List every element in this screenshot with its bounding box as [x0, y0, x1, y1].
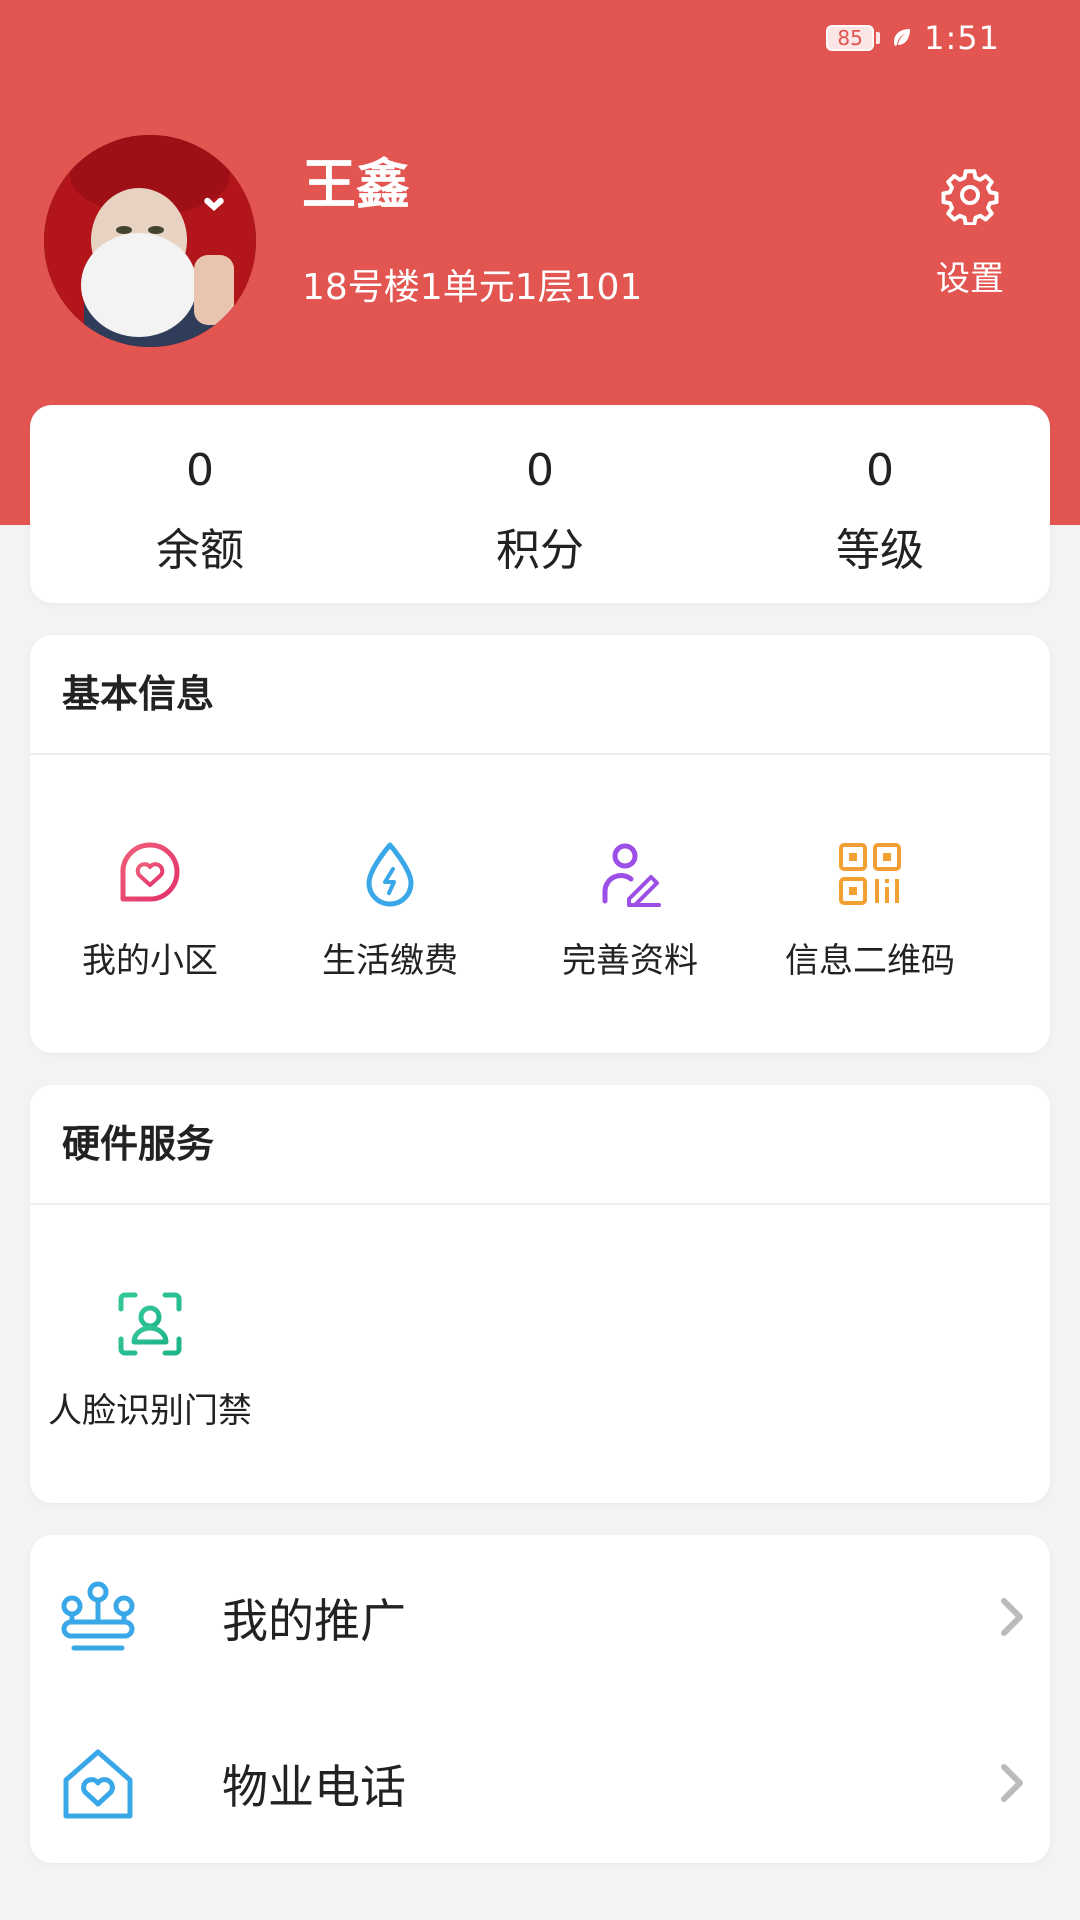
- hardware-services-card: 硬件服务 人脸识别门禁: [30, 1085, 1050, 1503]
- gear-icon: [941, 169, 999, 227]
- user-name: 王鑫: [302, 153, 410, 216]
- stat-label: 余额: [156, 525, 244, 576]
- face-scan-icon: [118, 1292, 182, 1356]
- settings-button[interactable]: 设置: [920, 165, 1020, 300]
- house-heart-icon: [63, 1749, 133, 1819]
- complete-profile-button[interactable]: 完善资料: [510, 839, 750, 982]
- user-address: 18号楼1单元1层101: [302, 267, 643, 308]
- info-qr-code-button[interactable]: 信息二维码: [750, 839, 990, 982]
- stat-value: 0: [186, 445, 214, 496]
- stat-level[interactable]: 0 等级: [710, 405, 1050, 603]
- stat-balance[interactable]: 0 余额: [30, 405, 370, 603]
- basic-info-card: 基本信息 我的小区 生活缴费 完善资料 信息二维码: [30, 635, 1050, 1053]
- person-edit-icon: [602, 843, 661, 907]
- avatar[interactable]: [44, 135, 256, 347]
- face-recognition-access-button[interactable]: 人脸识别门禁: [30, 1289, 270, 1432]
- settings-label: 设置: [936, 259, 1004, 299]
- menu-item-label: 我的推广: [222, 1594, 406, 1648]
- battery-level: 85: [837, 26, 863, 50]
- my-community-button[interactable]: 我的小区: [30, 839, 270, 982]
- stat-label: 积分: [496, 525, 584, 576]
- section-title: 硬件服务: [30, 1085, 1050, 1205]
- heart-chat-icon: [120, 842, 180, 902]
- water-drop-bolt-icon: [366, 842, 414, 907]
- menu-item-label: 物业电话: [222, 1760, 406, 1814]
- share-nodes-icon: [61, 1581, 135, 1651]
- qr-code-icon: [839, 843, 901, 905]
- chevron-right-icon: [1001, 1598, 1023, 1636]
- my-promotion-row[interactable]: 我的推广: [30, 1535, 1050, 1701]
- grid-item-label: 信息二维码: [785, 941, 955, 981]
- status-bar: 85 1:51: [826, 18, 1000, 58]
- clock-time: 1:51: [924, 19, 1000, 57]
- property-phone-row[interactable]: 物业电话: [30, 1701, 1050, 1867]
- stat-points[interactable]: 0 积分: [370, 405, 710, 603]
- grid-item-label: 我的小区: [82, 941, 218, 981]
- stat-value: 0: [866, 445, 894, 496]
- stat-label: 等级: [836, 525, 924, 576]
- stat-value: 0: [526, 445, 554, 496]
- section-title: 基本信息: [30, 635, 1050, 755]
- eco-leaf-icon: [894, 29, 911, 46]
- grid-item-label: 生活缴费: [322, 941, 458, 981]
- stats-card: 0 余额 0 积分 0 等级: [30, 405, 1050, 603]
- grid-item-label: 完善资料: [562, 941, 698, 981]
- menu-list-card: 我的推广 物业电话: [30, 1535, 1050, 1863]
- grid-item-label: 人脸识别门禁: [48, 1391, 252, 1431]
- chevron-right-icon: [1001, 1764, 1023, 1802]
- utility-payment-button[interactable]: 生活缴费: [270, 839, 510, 982]
- battery-indicator: 85: [826, 25, 881, 51]
